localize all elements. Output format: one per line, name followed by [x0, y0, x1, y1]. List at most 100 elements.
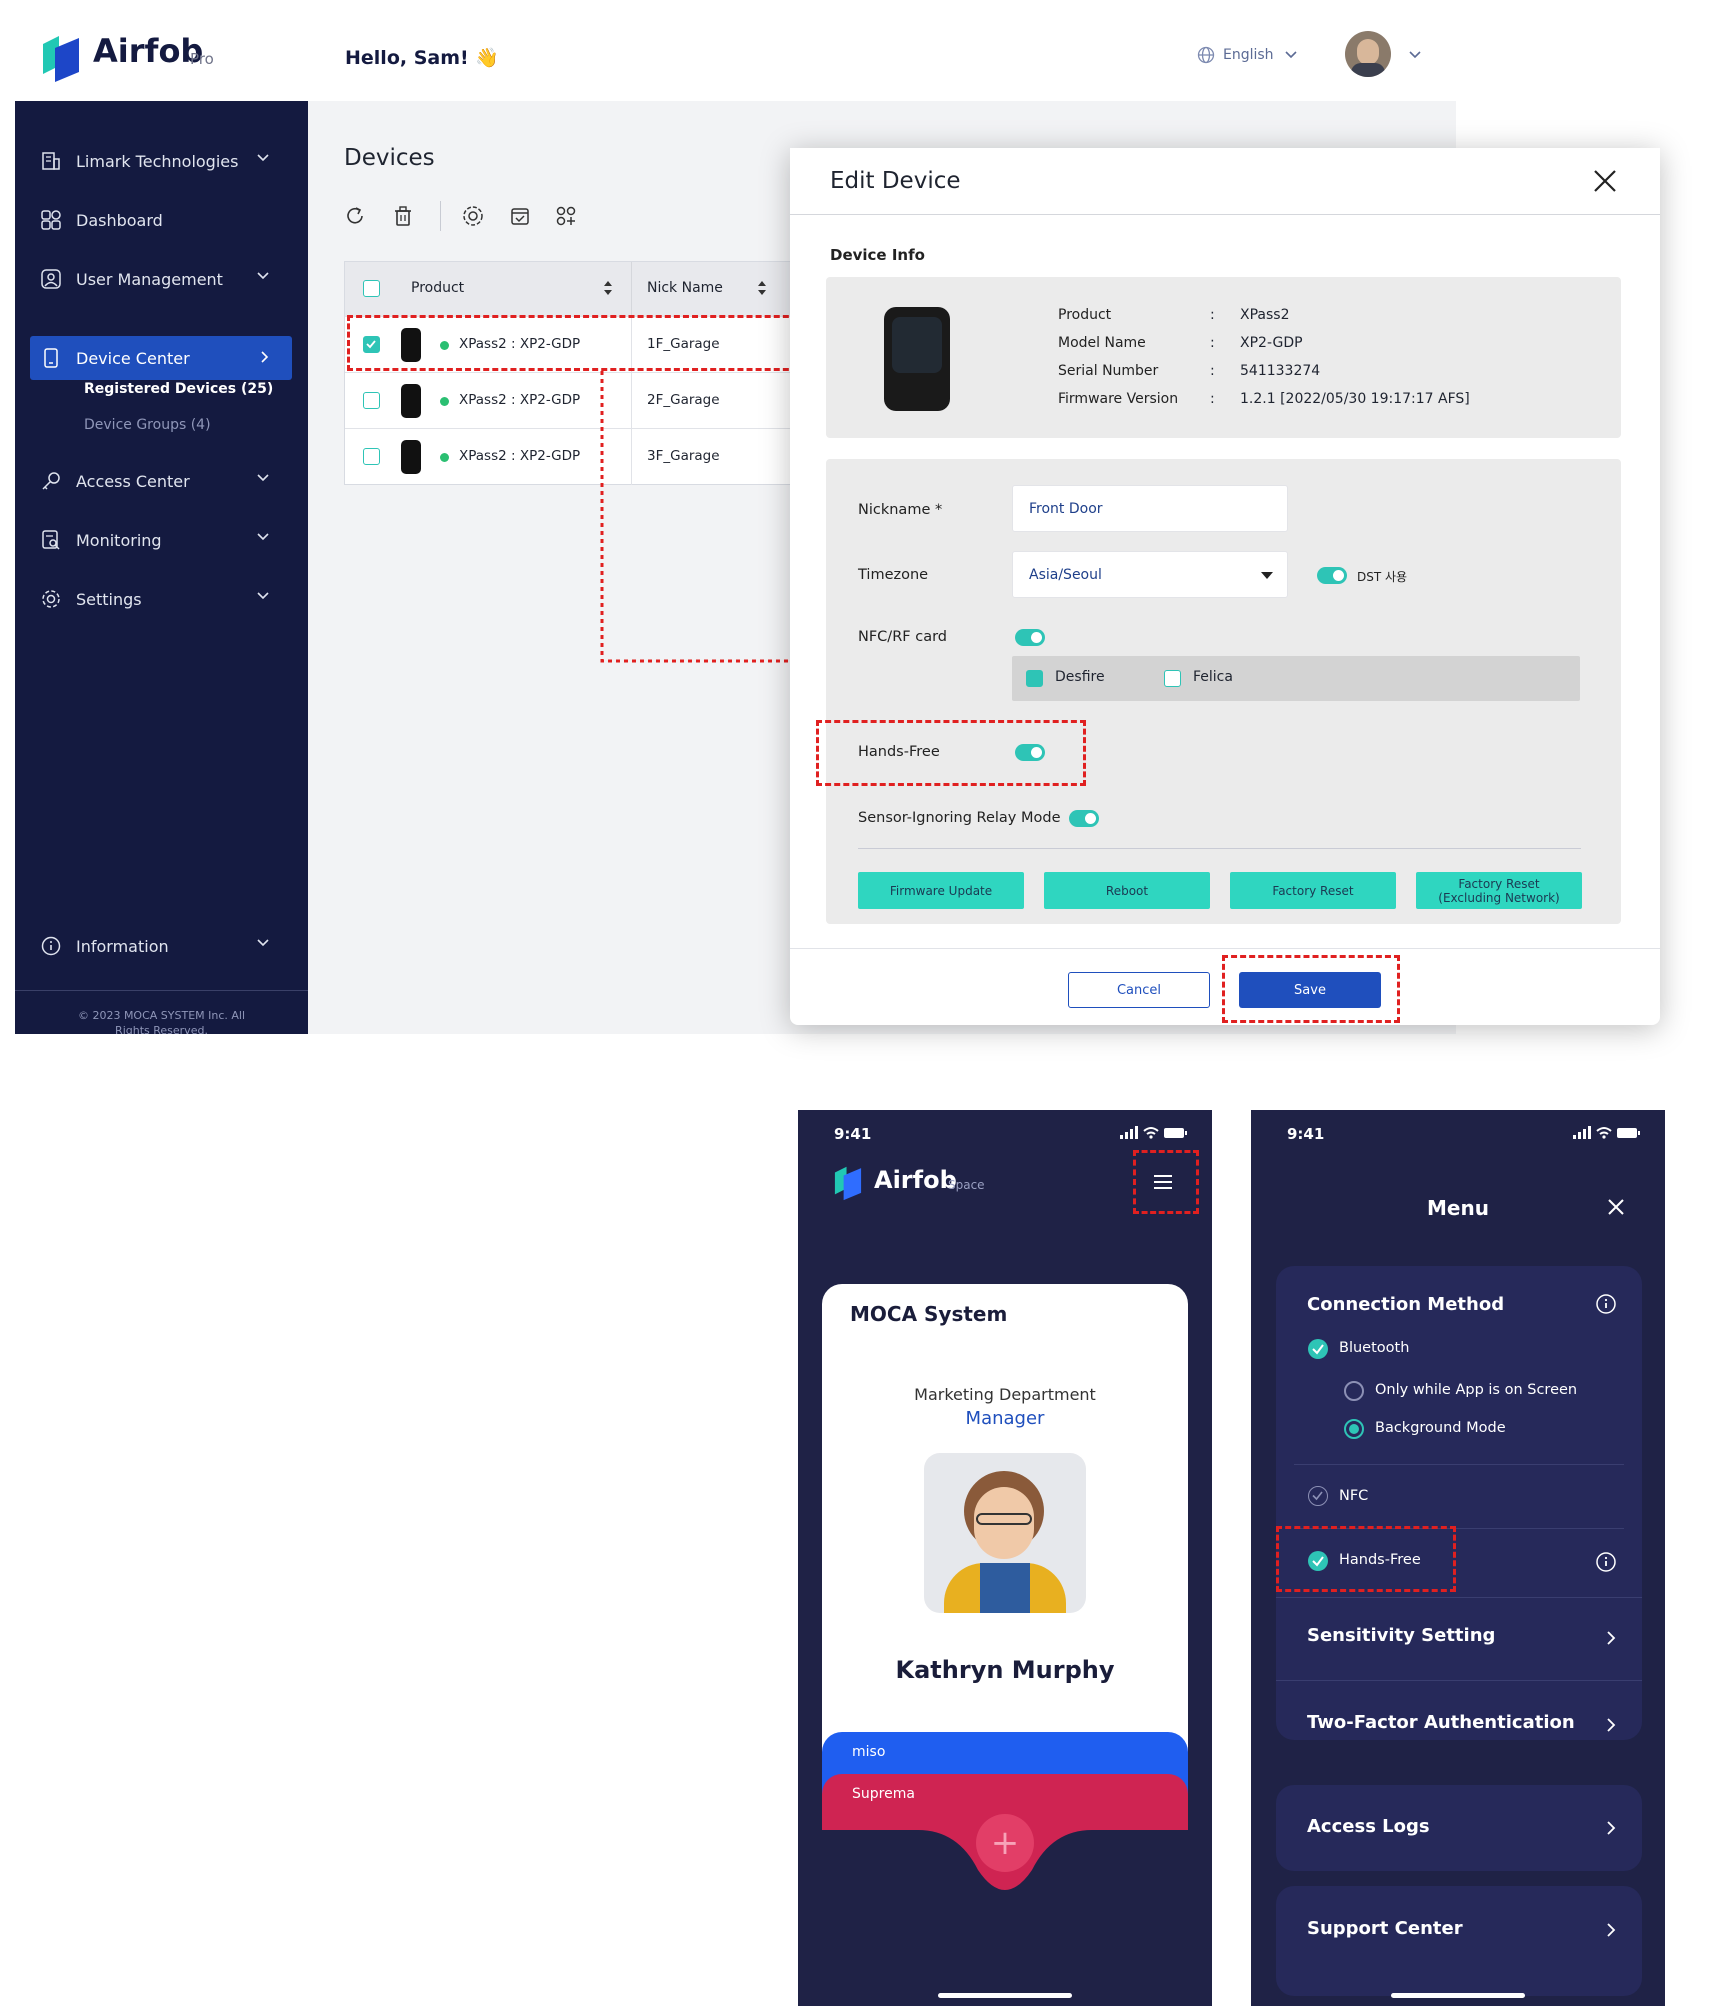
- device-info-panel: Product : XPass2 Model Name : XP2-GDP Se…: [826, 277, 1621, 438]
- copyright-line: Rights Reserved.: [115, 1024, 208, 1034]
- profile-photo: [924, 1453, 1086, 1613]
- group-add-icon[interactable]: [555, 205, 577, 227]
- chevron-right-icon[interactable]: [1606, 1630, 1616, 1646]
- phone-menu-screen: 9:41 Menu Connection Method Bluetooth On…: [1251, 1110, 1665, 2006]
- hamburger-menu-icon[interactable]: [1153, 1174, 1173, 1190]
- factory-reset-button[interactable]: Factory Reset: [1230, 872, 1396, 909]
- column-header-product[interactable]: Product: [411, 280, 464, 296]
- sort-icon[interactable]: [757, 280, 767, 296]
- copyright: © 2023 MOCA SYSTEM Inc. All Rights Reser…: [15, 1008, 308, 1034]
- gear-icon: [40, 588, 62, 610]
- sensitivity-setting-item[interactable]: Sensitivity Setting: [1307, 1625, 1495, 1646]
- option-background-label: Background Mode: [1375, 1420, 1506, 1436]
- handsfree-label: Hands-Free: [858, 744, 940, 760]
- desfire-label: Desfire: [1055, 669, 1105, 685]
- support-center-item[interactable]: Support Center: [1307, 1918, 1463, 1939]
- dashboard-icon: [40, 209, 62, 231]
- info-colon: :: [1210, 391, 1215, 407]
- close-icon[interactable]: [1607, 1198, 1625, 1216]
- desfire-checkbox[interactable]: [1026, 670, 1043, 687]
- sidebar-item-label: Settings: [76, 589, 142, 609]
- nfc-check-icon[interactable]: [1308, 1486, 1328, 1506]
- nfc-toggle[interactable]: [1015, 629, 1045, 646]
- calendar-check-icon[interactable]: [509, 205, 531, 227]
- sidebar: Limark Technologies Dashboard User Manag…: [15, 101, 308, 1034]
- chevron-down-icon: [256, 532, 270, 542]
- bluetooth-check-icon[interactable]: [1308, 1339, 1328, 1359]
- chevron-right-icon[interactable]: [1606, 1922, 1616, 1938]
- info-icon[interactable]: [1595, 1551, 1617, 1573]
- member-name: Kathryn Murphy: [895, 1656, 1115, 1684]
- info-key: Model Name: [1058, 335, 1146, 351]
- info-value: 541133274: [1240, 363, 1321, 379]
- save-button[interactable]: Save: [1239, 972, 1381, 1008]
- status-online-dot: [440, 453, 449, 462]
- sidebar-sub-registered-devices[interactable]: Registered Devices (25): [84, 381, 273, 397]
- row-checkbox[interactable]: [363, 336, 380, 353]
- chevron-right-icon[interactable]: [1606, 1717, 1616, 1733]
- language-selector[interactable]: English: [1197, 46, 1298, 64]
- table-header: Product Nick Name: [345, 262, 805, 316]
- nickname-input[interactable]: Front Door: [1012, 485, 1288, 532]
- handsfree-check-icon[interactable]: [1308, 1551, 1328, 1571]
- select-all-checkbox[interactable]: [363, 280, 380, 297]
- info-value: 1.2.1 [2022/05/30 19:17:17 AFS]: [1240, 391, 1470, 407]
- building-icon: [40, 150, 62, 172]
- modal-title: Edit Device: [830, 168, 961, 194]
- device-thumbnail-icon: [401, 328, 421, 362]
- reboot-button[interactable]: Reboot: [1044, 872, 1210, 909]
- wallet-card-label: Suprema: [852, 1786, 915, 1802]
- cancel-button[interactable]: Cancel: [1068, 972, 1210, 1008]
- sensor-relay-toggle[interactable]: [1069, 810, 1099, 827]
- chevron-right-icon[interactable]: [1606, 1820, 1616, 1836]
- timezone-select[interactable]: Asia/Seoul: [1012, 551, 1288, 598]
- sidebar-item-dashboard[interactable]: Dashboard: [30, 198, 292, 242]
- chevron-down-icon[interactable]: [1408, 50, 1422, 60]
- support-center-card[interactable]: [1276, 1886, 1642, 1996]
- dst-toggle[interactable]: [1317, 567, 1347, 584]
- info-icon[interactable]: [1595, 1293, 1617, 1315]
- felica-checkbox[interactable]: [1164, 670, 1181, 687]
- close-icon[interactable]: [1592, 168, 1618, 194]
- key-icon: [40, 470, 62, 492]
- avatar[interactable]: [1345, 31, 1391, 77]
- option-screen-radio[interactable]: [1344, 1381, 1364, 1401]
- sync-gear-icon[interactable]: [461, 204, 485, 228]
- sidebar-sub-device-groups[interactable]: Device Groups (4): [84, 417, 211, 433]
- info-colon: :: [1210, 307, 1215, 323]
- sidebar-item-access-center[interactable]: Access Center: [30, 459, 292, 503]
- info-value: XPass2: [1240, 307, 1290, 323]
- card-type-options: Desfire Felica: [1012, 656, 1580, 701]
- top-bar: Airfob Pro Hello, Sam! 👋 English: [15, 10, 1456, 101]
- globe-icon: [1197, 46, 1215, 64]
- brand-tier: Space: [948, 1178, 985, 1192]
- sidebar-item-information[interactable]: Information: [30, 924, 292, 968]
- sidebar-item-settings[interactable]: Settings: [30, 577, 292, 621]
- sort-icon[interactable]: [603, 280, 613, 296]
- row-checkbox[interactable]: [363, 448, 380, 465]
- trash-icon[interactable]: [392, 205, 414, 227]
- status-online-dot: [440, 341, 449, 350]
- table-row[interactable]: XPass2 : XP2-GDP 1F_Garage: [345, 316, 805, 373]
- sidebar-item-user-management[interactable]: User Management: [30, 257, 292, 301]
- status-time: 9:41: [1287, 1125, 1325, 1143]
- handsfree-toggle[interactable]: [1015, 744, 1045, 761]
- add-card-button[interactable]: +: [976, 1814, 1034, 1872]
- refresh-icon[interactable]: [344, 205, 366, 227]
- column-header-nick-name[interactable]: Nick Name: [647, 280, 723, 296]
- option-background-radio[interactable]: [1344, 1419, 1364, 1439]
- brand-tier: Pro: [190, 50, 214, 68]
- sidebar-item-device-center[interactable]: Device Center: [30, 336, 292, 380]
- sidebar-item-limark[interactable]: Limark Technologies: [30, 139, 292, 183]
- two-factor-item[interactable]: Two-Factor Authentication: [1307, 1712, 1575, 1733]
- language-label: English: [1223, 47, 1274, 63]
- info-key: Serial Number: [1058, 363, 1159, 379]
- row-checkbox[interactable]: [363, 392, 380, 409]
- status-online-dot: [440, 397, 449, 406]
- dst-label: DST 사용: [1357, 570, 1408, 584]
- airfob-logo-icon: [832, 1162, 864, 1202]
- firmware-update-button[interactable]: Firmware Update: [858, 872, 1024, 909]
- access-logs-item[interactable]: Access Logs: [1307, 1816, 1430, 1837]
- factory-reset-excluding-network-button[interactable]: Factory Reset (Excluding Network): [1416, 872, 1582, 909]
- sidebar-item-monitoring[interactable]: Monitoring: [30, 518, 292, 562]
